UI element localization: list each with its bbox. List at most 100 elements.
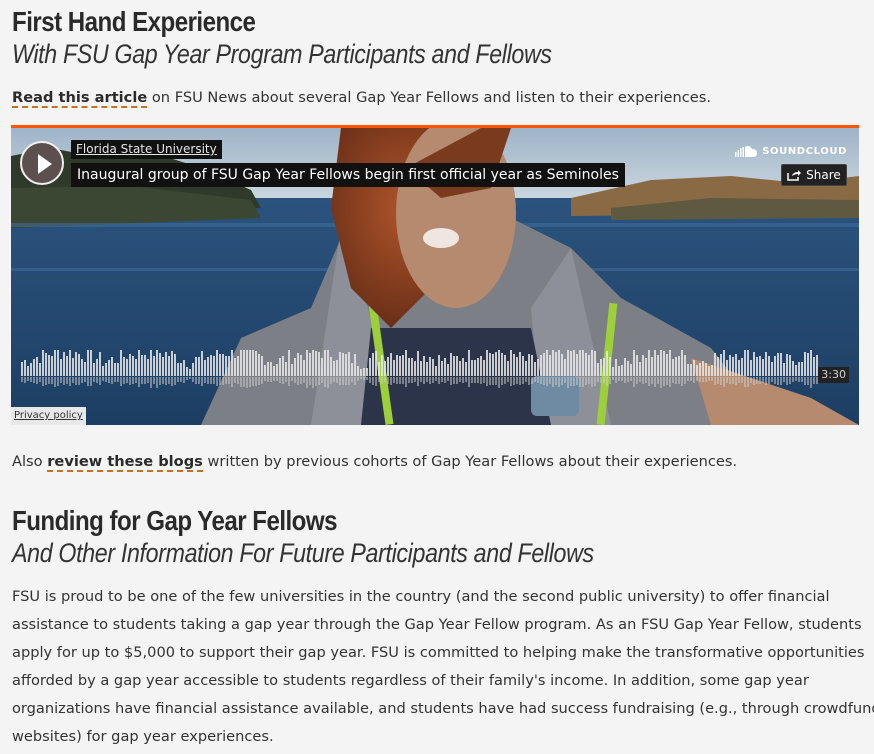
waveform-bar[interactable] — [462, 358, 464, 376]
waveform-bar[interactable] — [294, 358, 296, 376]
waveform-bar[interactable] — [555, 352, 557, 376]
waveform-bar[interactable] — [519, 352, 521, 376]
waveform-bar[interactable] — [135, 359, 137, 376]
waveform-bar[interactable] — [705, 363, 707, 376]
waveform-bar[interactable] — [198, 357, 200, 376]
waveform-bar[interactable] — [549, 355, 551, 376]
waveform-bar[interactable] — [189, 369, 191, 376]
waveform-bar[interactable] — [84, 362, 86, 376]
waveform-bar[interactable] — [810, 350, 812, 376]
waveform-bar[interactable] — [453, 356, 455, 376]
waveform-bar[interactable] — [456, 356, 458, 376]
waveform-bar[interactable] — [450, 353, 452, 376]
waveform-bar[interactable] — [447, 364, 449, 376]
waveform-bar[interactable] — [300, 355, 302, 376]
waveform-bar[interactable] — [33, 359, 35, 376]
waveform-bar[interactable] — [30, 363, 32, 376]
waveform-bar[interactable] — [381, 355, 383, 376]
waveform-bar[interactable] — [768, 356, 770, 376]
waveform-bar[interactable] — [420, 361, 422, 376]
waveform-bar[interactable] — [348, 352, 350, 376]
waveform-bar[interactable] — [243, 350, 245, 376]
waveform-bar[interactable] — [222, 354, 224, 376]
waveform-bar[interactable] — [315, 351, 317, 376]
waveform-bar[interactable] — [378, 362, 380, 376]
waveform-bar[interactable] — [372, 353, 374, 376]
waveform-bar[interactable] — [150, 350, 152, 376]
waveform-bar[interactable] — [105, 363, 107, 376]
waveform-bar[interactable] — [729, 355, 731, 376]
waveform-bar[interactable] — [693, 360, 695, 376]
waveform-bar[interactable] — [786, 354, 788, 376]
waveform-bar[interactable] — [345, 354, 347, 376]
waveform-bar[interactable] — [225, 356, 227, 376]
waveform-bar[interactable] — [318, 352, 320, 376]
waveform-bar[interactable] — [771, 362, 773, 376]
waveform-bar[interactable] — [63, 352, 65, 376]
waveform-bar[interactable] — [546, 350, 548, 376]
waveform-bar[interactable] — [585, 353, 587, 376]
waveform-bar[interactable] — [360, 369, 362, 376]
waveform-bar[interactable] — [591, 350, 593, 376]
waveform-bar[interactable] — [567, 350, 569, 376]
waveform-bar[interactable] — [132, 356, 134, 376]
waveform-bar[interactable] — [324, 350, 326, 376]
waveform-bar[interactable] — [165, 352, 167, 376]
waveform-bar[interactable] — [177, 363, 179, 376]
waveform-bar[interactable] — [726, 360, 728, 376]
waveform-bar[interactable] — [282, 356, 284, 376]
waveform-bar[interactable] — [246, 350, 248, 376]
waveform-bar[interactable] — [42, 350, 44, 376]
waveform-bar[interactable] — [597, 363, 599, 376]
waveform-bar[interactable] — [96, 359, 98, 376]
waveform-bar[interactable] — [396, 355, 398, 376]
waveform-bar[interactable] — [60, 359, 62, 376]
waveform-bar[interactable] — [402, 355, 404, 376]
waveform-bar[interactable] — [465, 362, 467, 376]
waveform-bar[interactable] — [606, 351, 608, 376]
waveform-bar[interactable] — [588, 355, 590, 376]
waveform-bar[interactable] — [393, 360, 395, 376]
waveform-bar[interactable] — [264, 365, 266, 376]
waveform-bar[interactable] — [696, 365, 698, 376]
waveform-bar[interactable] — [738, 360, 740, 376]
waveform-bar[interactable] — [444, 358, 446, 376]
waveform-seekbar[interactable] — [21, 350, 821, 388]
waveform-bar[interactable] — [312, 350, 314, 376]
waveform-bar[interactable] — [636, 355, 638, 376]
waveform-bar[interactable] — [660, 350, 662, 376]
waveform-bar[interactable] — [513, 354, 515, 376]
waveform-bar[interactable] — [75, 352, 77, 376]
waveform-bar[interactable] — [21, 362, 23, 376]
waveform-bar[interactable] — [504, 355, 506, 376]
waveform-bar[interactable] — [516, 357, 518, 376]
waveform-bar[interactable] — [411, 358, 413, 376]
waveform-bar[interactable] — [426, 362, 428, 376]
waveform-bar[interactable] — [723, 350, 725, 376]
waveform-bar[interactable] — [336, 360, 338, 376]
waveform-bar[interactable] — [570, 351, 572, 376]
waveform-bar[interactable] — [708, 366, 710, 376]
waveform-bar[interactable] — [564, 359, 566, 376]
waveform-bar[interactable] — [495, 352, 497, 376]
waveform-bar[interactable] — [633, 350, 635, 376]
waveform-bar[interactable] — [594, 351, 596, 376]
waveform-bar[interactable] — [27, 366, 29, 376]
waveform-bar[interactable] — [78, 354, 80, 376]
waveform-bar[interactable] — [102, 366, 104, 376]
waveform-bar[interactable] — [117, 363, 119, 376]
waveform-bar[interactable] — [93, 363, 95, 376]
waveform-bar[interactable] — [108, 360, 110, 376]
waveform-bar[interactable] — [699, 363, 701, 376]
waveform-bar[interactable] — [201, 351, 203, 376]
waveform-bar[interactable] — [390, 353, 392, 376]
waveform-bar[interactable] — [789, 355, 791, 376]
track-title[interactable]: Inaugural group of FSU Gap Year Fellows … — [71, 163, 625, 187]
waveform-bar[interactable] — [621, 365, 623, 376]
waveform-bar[interactable] — [435, 366, 437, 376]
waveform-bar[interactable] — [354, 354, 356, 376]
waveform-bar[interactable] — [126, 359, 128, 376]
waveform-bar[interactable] — [441, 361, 443, 376]
waveform-bar[interactable] — [183, 360, 185, 376]
waveform-bar[interactable] — [144, 355, 146, 376]
